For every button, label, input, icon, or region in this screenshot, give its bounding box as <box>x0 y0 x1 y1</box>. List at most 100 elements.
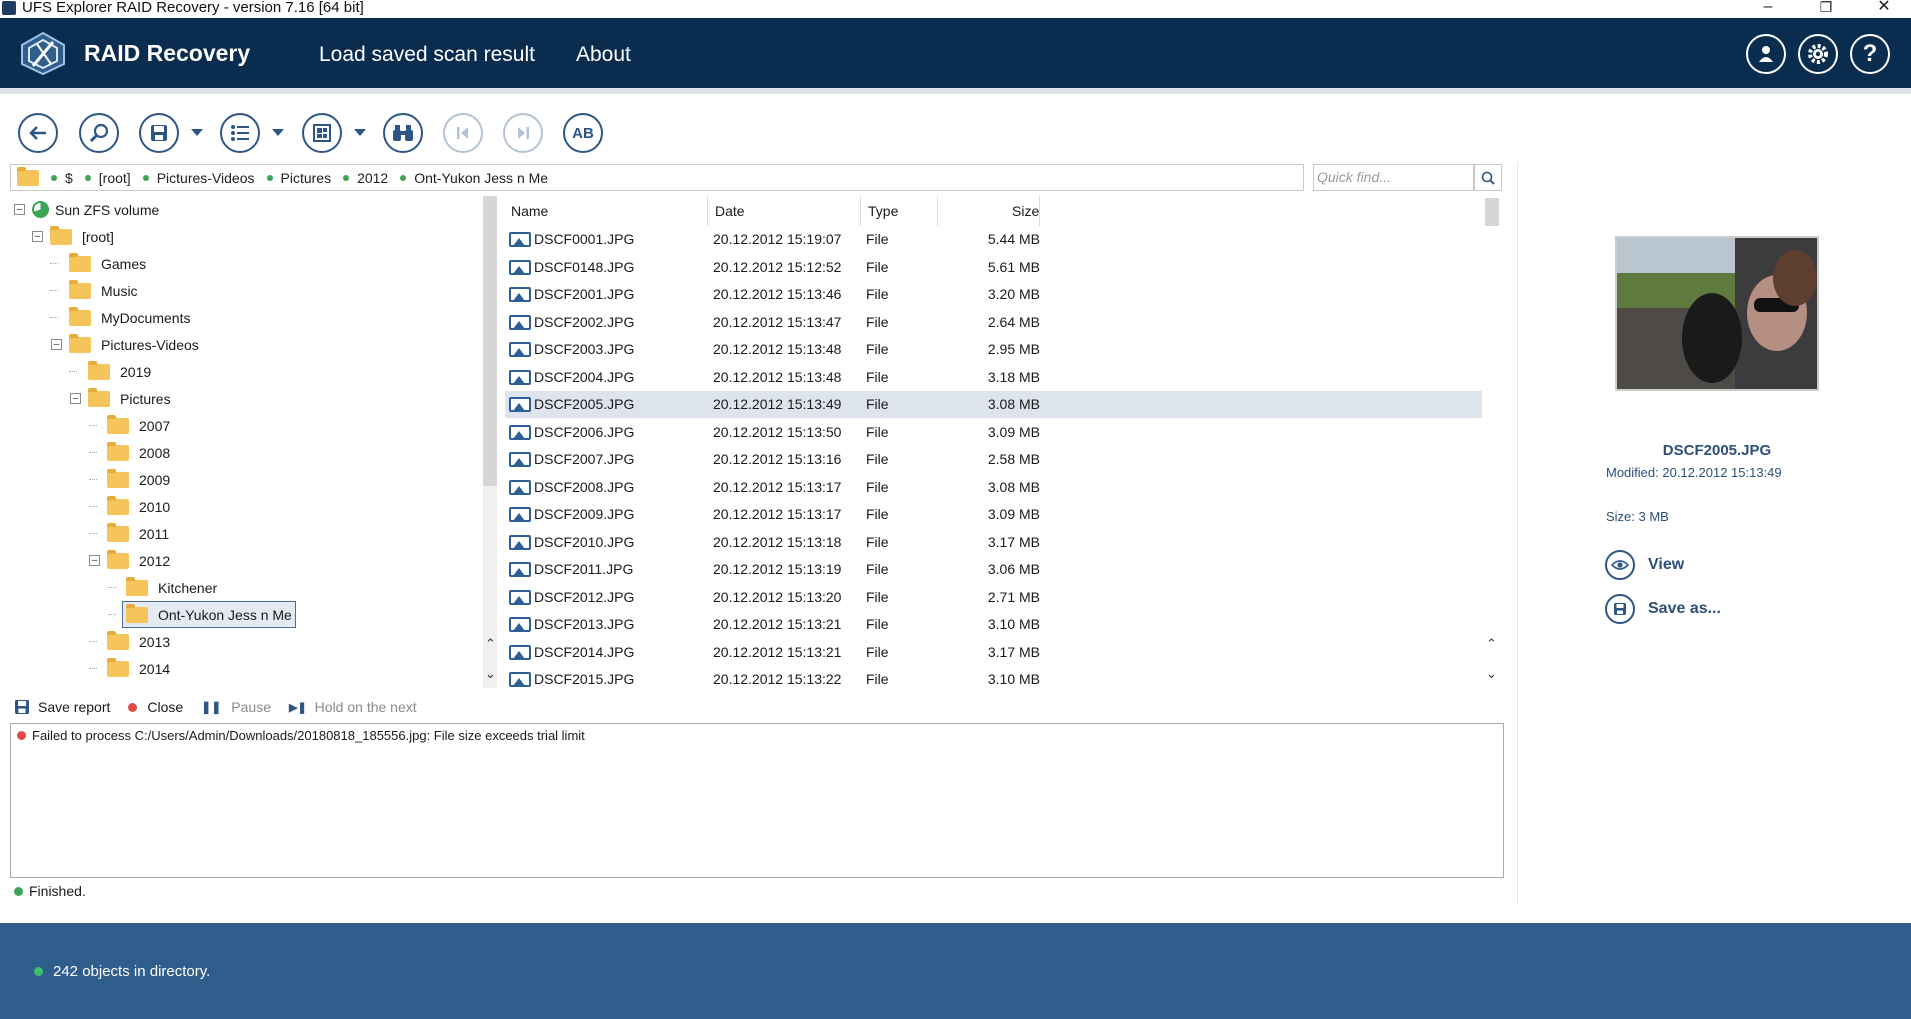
view-mode-dropdown-icon[interactable] <box>272 129 284 136</box>
tree-node-2009[interactable]: 2009 <box>107 466 170 493</box>
tree-node-2013[interactable]: 2013 <box>107 628 170 655</box>
table-row[interactable]: DSCF2005.JPG 20.12.2012 15:13:49 File 3.08 … <box>505 391 1485 418</box>
breadcrumb-item[interactable]: Pictures <box>267 170 332 186</box>
table-row[interactable]: DSCF2003.JPG 20.12.2012 15:13:48 File 2.95 … <box>505 336 1485 363</box>
restore-icon[interactable]: ❐ <box>1806 0 1846 18</box>
collapse-toggle-icon[interactable]: – <box>89 555 100 566</box>
table-row[interactable]: DSCF0001.JPG 20.12.2012 15:19:07 File 5.44 … <box>505 226 1485 253</box>
pause-button[interactable]: ❚❚ Pause <box>201 699 271 715</box>
table-row[interactable]: DSCF2008.JPG 20.12.2012 15:13:17 File 3.08 … <box>505 474 1485 501</box>
collapse-toggle-icon[interactable]: – <box>14 204 25 215</box>
tree-node-2007[interactable]: 2007 <box>107 412 170 439</box>
table-row[interactable]: DSCF2002.JPG 20.12.2012 15:13:47 File 2.64 … <box>505 309 1485 336</box>
tree-scrollbar[interactable]: ⌃ ⌄ <box>483 196 497 688</box>
quick-find-input[interactable]: Quick find... <box>1313 164 1474 191</box>
tree-node-2010[interactable]: 2010 <box>107 493 170 520</box>
table-row[interactable]: DSCF0148.JPG 20.12.2012 15:12:52 File 5.61 … <box>505 254 1485 281</box>
collapse-toggle-icon[interactable]: – <box>51 339 62 350</box>
save-report-button[interactable]: Save report <box>14 699 110 715</box>
file-type: File <box>866 533 889 550</box>
load-saved-scan-link[interactable]: Load saved scan result <box>319 43 535 67</box>
search-icon[interactable] <box>1474 164 1502 191</box>
table-row[interactable]: DSCF2014.JPG 20.12.2012 15:13:21 File 3.17 … <box>505 639 1485 666</box>
tree-node-root[interactable]: [root] <box>50 223 114 250</box>
case-sensitive-button[interactable]: AB <box>563 113 603 153</box>
breadcrumb-item[interactable]: [root] <box>85 170 131 186</box>
table-row[interactable]: DSCF2012.JPG 20.12.2012 15:13:20 File 2.71 … <box>505 584 1485 611</box>
collapse-toggle-icon[interactable]: – <box>70 393 81 404</box>
previous-button[interactable] <box>443 113 483 153</box>
tree-node-2011[interactable]: 2011 <box>107 520 169 547</box>
table-row[interactable]: DSCF2006.JPG 20.12.2012 15:13:50 File 3.09 … <box>505 419 1485 446</box>
tree-node-label: Music <box>101 282 138 299</box>
close-log-button[interactable]: Close <box>128 699 183 715</box>
image-file-icon <box>509 479 531 495</box>
log-toolbar: Save report Close ❚❚ Pause ▶❚ Hold on th… <box>14 697 435 717</box>
table-row[interactable]: DSCF2015.JPG 20.12.2012 15:13:22 File 3.10 … <box>505 666 1485 688</box>
save-dropdown-icon[interactable] <box>191 129 203 136</box>
table-row[interactable]: DSCF2010.JPG 20.12.2012 15:13:18 File 3.17 … <box>505 529 1485 556</box>
tree-node-music[interactable]: Music <box>69 277 138 304</box>
table-row[interactable]: DSCF2013.JPG 20.12.2012 15:13:21 File 3.10 … <box>505 611 1485 638</box>
scroll-down-icon[interactable]: ⌄ <box>485 666 496 682</box>
tree-node-pictures[interactable]: Pictures <box>88 385 171 412</box>
tree-node-kitchener[interactable]: Kitchener <box>126 574 217 601</box>
file-size: 3.09 MB <box>987 506 1040 522</box>
save-as-button[interactable]: Save as... <box>1605 594 1721 624</box>
list-scrollbar[interactable]: ⌃ ⌄ <box>1482 196 1502 688</box>
file-date: 20.12.2012 15:13:46 <box>713 286 842 302</box>
save-button[interactable] <box>139 113 179 153</box>
file-date: 20.12.2012 15:13:17 <box>713 506 842 522</box>
table-row[interactable]: DSCF2009.JPG 20.12.2012 15:13:17 File 3.09 … <box>505 501 1485 528</box>
tree-node-label: 2007 <box>139 417 171 434</box>
column-header-type[interactable]: Type <box>868 203 898 219</box>
file-type: File <box>866 286 889 302</box>
collapse-toggle-icon[interactable]: – <box>32 231 43 242</box>
hold-next-button[interactable]: ▶❚ Hold on the next <box>289 699 417 715</box>
scroll-up-icon[interactable]: ⌃ <box>485 636 496 652</box>
folder-icon <box>107 495 129 515</box>
close-icon[interactable]: ✕ <box>1864 0 1904 18</box>
about-link[interactable]: About <box>576 43 631 67</box>
tree-scrollbar-thumb[interactable] <box>483 196 497 486</box>
tree-node-mydocuments[interactable]: MyDocuments <box>69 304 190 331</box>
breadcrumb-item[interactable]: $ <box>51 170 73 186</box>
scroll-down-icon[interactable]: ⌄ <box>1486 666 1497 682</box>
tree-node-2014[interactable]: 2014 <box>107 655 170 682</box>
table-row[interactable]: DSCF2007.JPG 20.12.2012 15:13:16 File 2.58 … <box>505 446 1485 473</box>
view-mode-button[interactable] <box>220 113 260 153</box>
tree-node-pictures-videos[interactable]: Pictures-Videos <box>69 331 199 358</box>
binoculars-icon[interactable] <box>383 113 423 153</box>
table-row[interactable]: DSCF2001.JPG 20.12.2012 15:13:46 File 3.20 … <box>505 281 1485 308</box>
tree-node-2012[interactable]: 2012 <box>107 547 170 574</box>
help-icon[interactable]: ? <box>1850 34 1890 74</box>
column-header-name[interactable]: Name <box>511 203 548 219</box>
user-icon[interactable] <box>1746 34 1786 74</box>
image-file-icon <box>509 287 531 302</box>
breadcrumb-item[interactable]: 2012 <box>343 170 388 186</box>
layout-button[interactable] <box>302 113 342 153</box>
table-row[interactable]: DSCF2004.JPG 20.12.2012 15:13:48 File 3.18 … <box>505 364 1485 391</box>
tree-node-2008[interactable]: 2008 <box>107 439 170 466</box>
next-button[interactable] <box>503 113 543 153</box>
layout-dropdown-icon[interactable] <box>354 129 366 136</box>
file-name: DSCF2006.JPG <box>534 423 635 440</box>
column-header-size[interactable]: Size <box>1012 203 1039 219</box>
preview-size: Size: 3 MB <box>1606 509 1669 524</box>
breadcrumb-item[interactable]: Ont-Yukon Jess n Me <box>400 170 548 186</box>
list-scrollbar-thumb[interactable] <box>1485 198 1499 226</box>
scroll-up-icon[interactable]: ⌃ <box>1486 636 1497 652</box>
tree-node-ont-yukon[interactable]: Ont-Yukon Jess n Me <box>122 601 296 628</box>
breadcrumb-item[interactable]: Pictures-Videos <box>143 170 255 186</box>
table-row[interactable]: DSCF2011.JPG 20.12.2012 15:13:19 File 3.06 … <box>505 556 1485 583</box>
file-date: 20.12.2012 15:13:16 <box>713 451 842 467</box>
back-button[interactable] <box>18 113 58 153</box>
tree-node-2019[interactable]: 2019 <box>88 358 151 385</box>
search-button[interactable] <box>79 113 119 153</box>
minimize-icon[interactable]: – <box>1748 0 1788 18</box>
gear-icon[interactable] <box>1798 34 1838 74</box>
tree-node-volume[interactable]: Sun ZFS volume <box>32 196 159 223</box>
view-button[interactable]: View <box>1605 550 1684 580</box>
column-header-date[interactable]: Date <box>715 203 745 219</box>
tree-node-games[interactable]: Games <box>69 250 146 277</box>
